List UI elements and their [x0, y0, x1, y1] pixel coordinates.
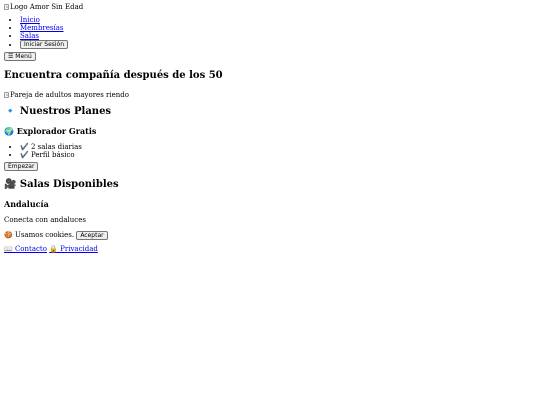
room-title: Andalucía — [4, 199, 49, 209]
rooms-heading: 🎥 Salas Disponibles — [4, 179, 119, 190]
site-logo[interactable]: Logo Amor Sin Edad — [4, 3, 536, 11]
nav-link-salas[interactable]: Salas — [20, 32, 39, 40]
logo-alt-text: Logo Amor Sin Edad — [10, 3, 84, 11]
nav-link-inicio[interactable]: Inicio — [20, 16, 40, 24]
privacy-link[interactable]: 🔒 Privacidad — [49, 245, 98, 253]
login-button[interactable]: Iniciar Sesión — [20, 40, 69, 49]
nav-item-salas: Salas — [20, 32, 536, 40]
broken-image-icon — [4, 92, 9, 98]
nav-link-membresias[interactable]: Membresías — [20, 24, 64, 32]
plan-title: 🌍 Explorador Gratis — [4, 126, 97, 136]
cookie-banner: 🍪 Usamos cookies. Aceptar — [4, 230, 536, 240]
hero-title: Encuentra compañía después de los 50 — [4, 70, 223, 81]
broken-image-icon — [4, 4, 9, 10]
menu-button[interactable]: ☰ Menú — [4, 52, 36, 61]
contact-link[interactable]: 📖 Contacto — [4, 245, 47, 253]
accept-cookies-button[interactable]: Aceptar — [76, 230, 108, 240]
plan-features: ✔️ 2 salas diarias ✔️ Perfil básico — [4, 143, 536, 159]
feature-item: ✔️ Perfil básico — [20, 151, 536, 159]
room-description: Conecta con andaluces — [4, 216, 86, 224]
main-nav: Inicio Membresías Salas Iniciar Sesión — [4, 16, 536, 49]
footer: 📖 Contacto 🔒 Privacidad — [4, 245, 536, 253]
cookie-text: 🍪 Usamos cookies. — [4, 231, 75, 239]
plans-heading: 🔹 Nuestros Planes — [4, 106, 112, 117]
nav-item-login: Iniciar Sesión — [20, 40, 536, 49]
page: Logo Amor Sin Edad Inicio Membresías Sal… — [0, 0, 540, 256]
nav-item-membresias: Membresías — [20, 24, 536, 32]
hero-image-alt: Pareja de adultos mayores riendo — [10, 91, 129, 99]
start-button[interactable]: Empezar — [4, 162, 39, 171]
nav-item-inicio: Inicio — [20, 16, 536, 24]
hero-image: Pareja de adultos mayores riendo — [4, 91, 536, 99]
feature-item: ✔️ 2 salas diarias — [20, 143, 536, 151]
